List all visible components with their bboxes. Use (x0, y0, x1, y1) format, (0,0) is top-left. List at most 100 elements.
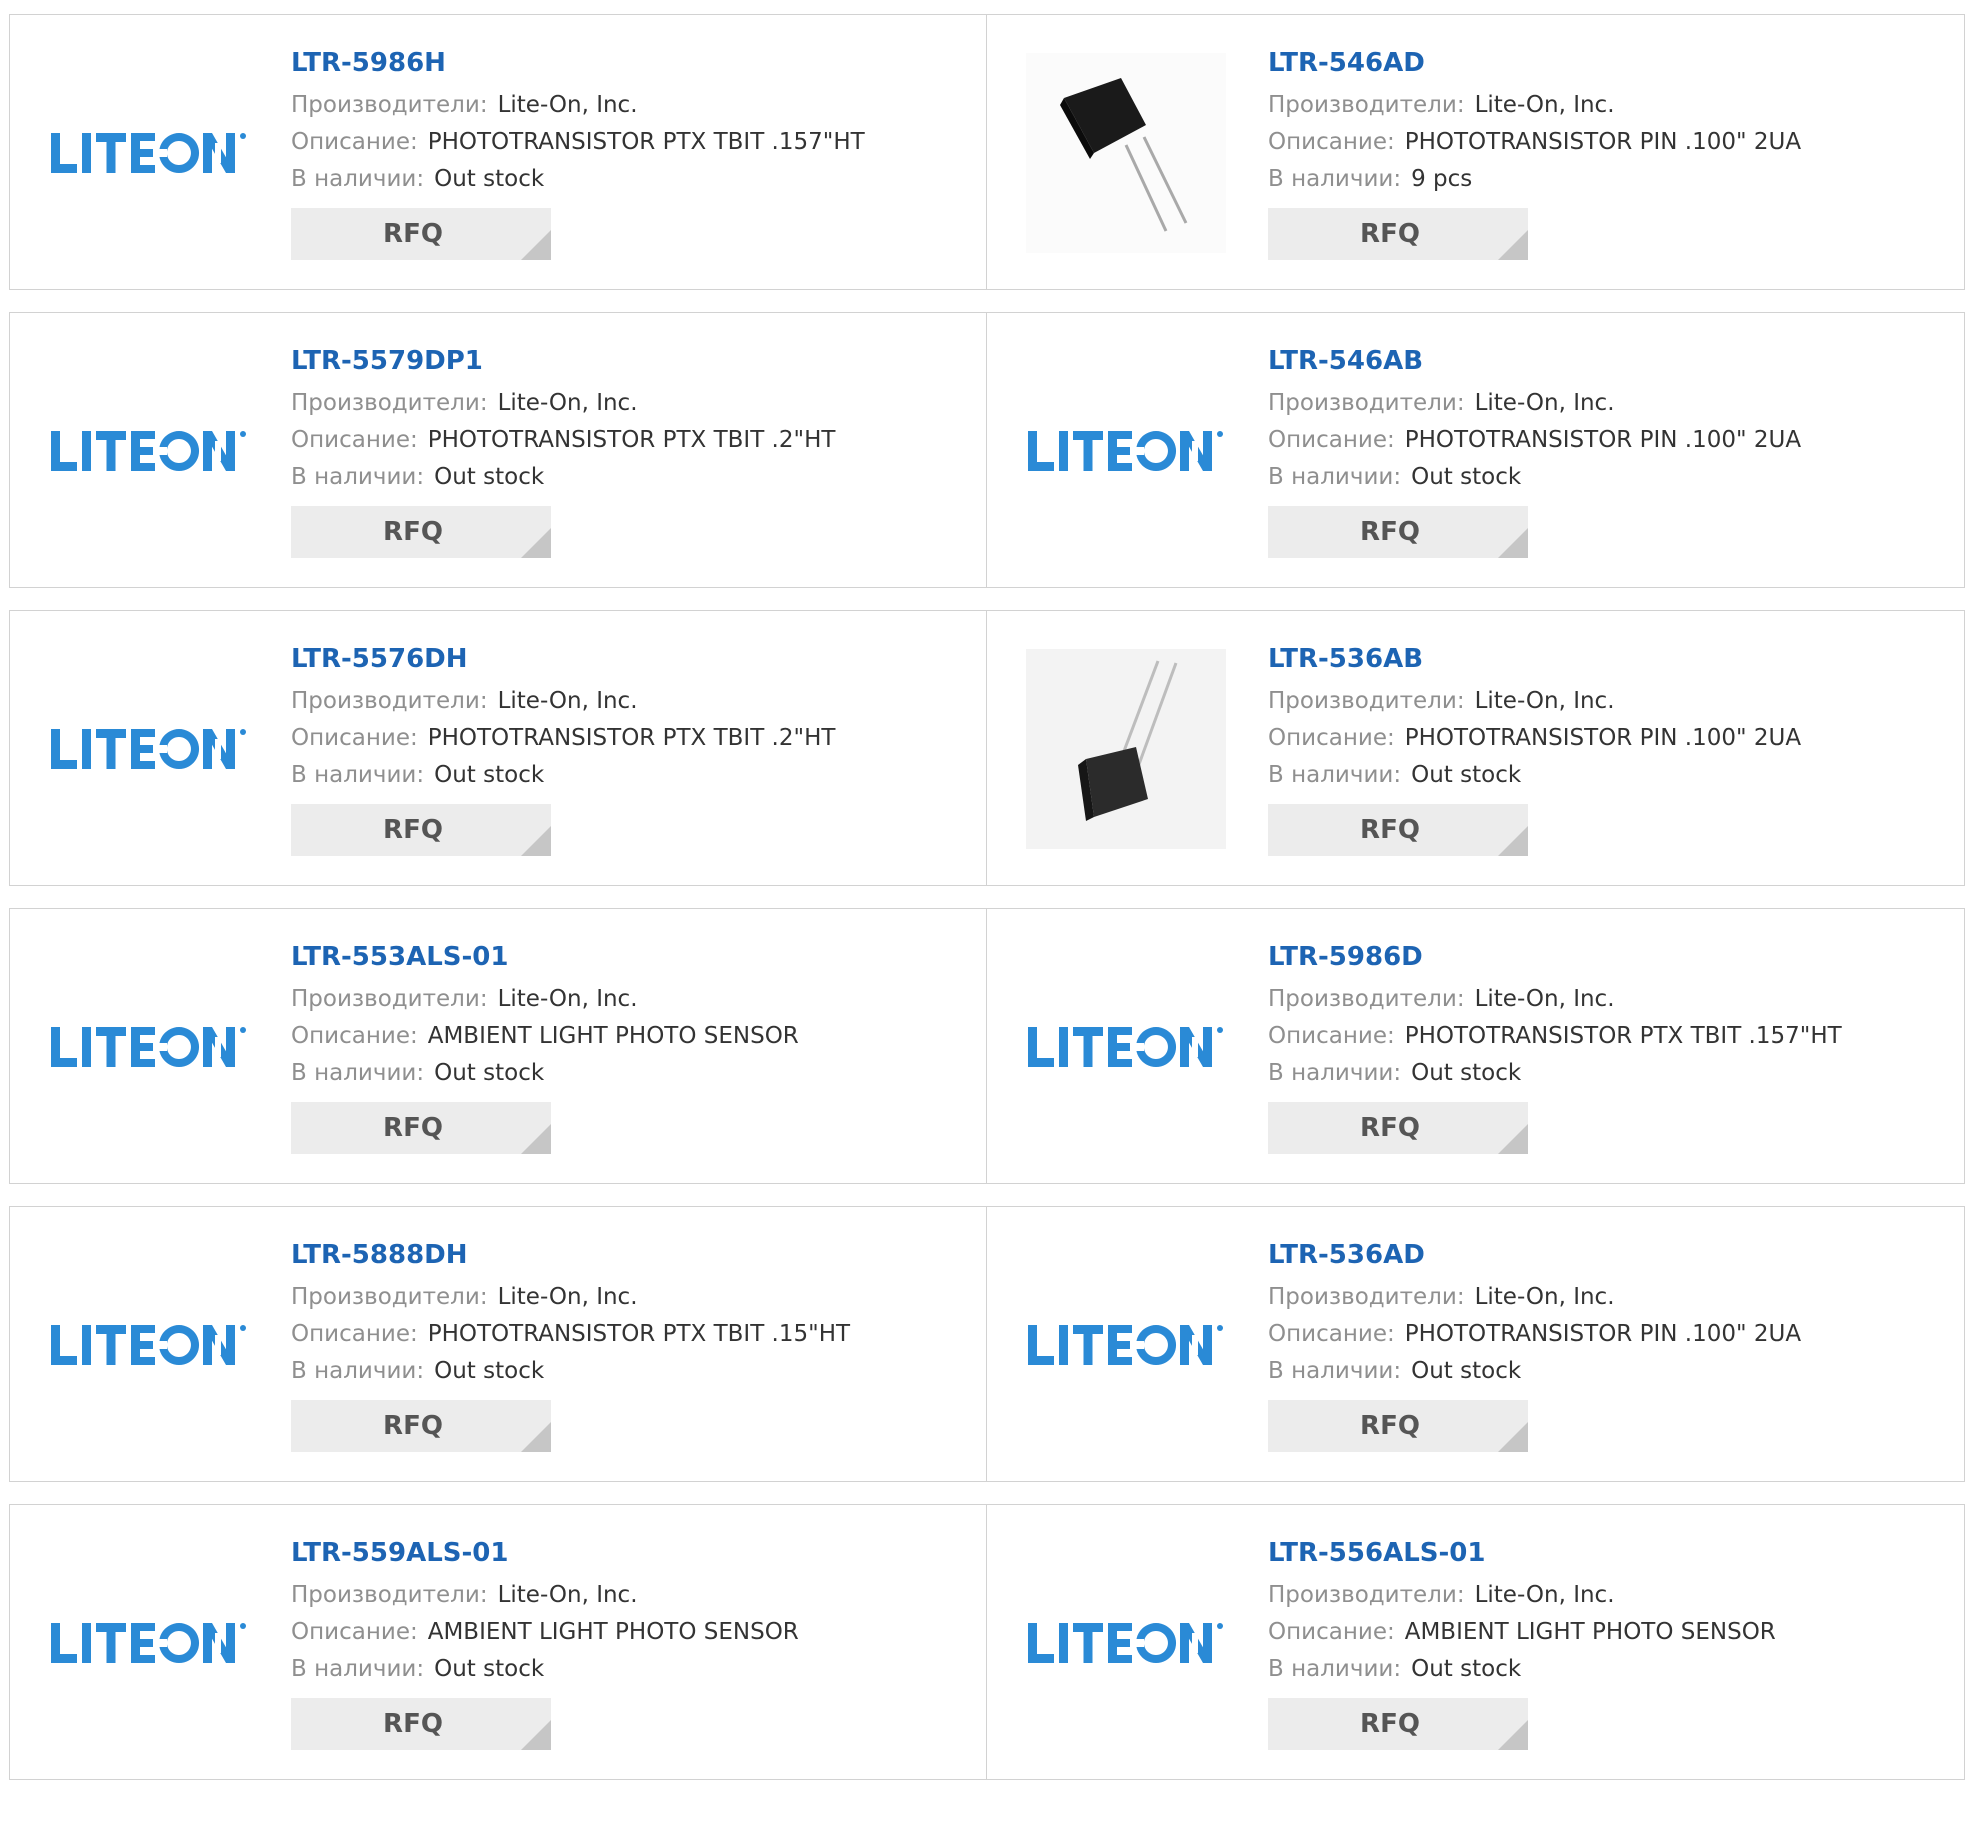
stock-label: В наличии: (291, 1358, 425, 1384)
part-number-link[interactable]: LTR-5986D (1268, 941, 1842, 973)
part-number-link[interactable]: LTR-536AD (1268, 1239, 1801, 1271)
description-value: PHOTOTRANSISTOR PTX TBIT .157"HT (1404, 1023, 1842, 1049)
description-line: Описание: PHOTOTRANSISTOR PTX TBIT .157"H… (291, 124, 865, 161)
rfq-button[interactable]: RFQ (1268, 1400, 1528, 1452)
description-label: Описание: (291, 1619, 418, 1645)
rfq-button[interactable]: RFQ (1268, 208, 1528, 260)
manufacturer-label: Производители: (291, 1284, 488, 1310)
product-thumbnail[interactable] (1026, 53, 1226, 253)
part-number-link[interactable]: LTR-556ALS-01 (1268, 1537, 1776, 1569)
description-line: Описание: PHOTOTRANSISTOR PIN .100" 2UA (1268, 124, 1801, 161)
manufacturer-value: Lite-On, Inc. (497, 986, 638, 1012)
product-info: LTR-556ALS-01 Производители: Lite-On, Inc.… (1268, 1537, 1776, 1750)
part-number-link[interactable]: LTR-553ALS-01 (291, 941, 799, 973)
rfq-label: RFQ (383, 219, 443, 249)
rfq-label: RFQ (1360, 1709, 1420, 1739)
product-info: LTR-5986D Производители: Lite-On, Inc. Опис… (1268, 941, 1842, 1154)
liteon-logo: LITEON (1028, 1023, 1224, 1071)
rfq-corner-decoration (1498, 1124, 1528, 1154)
manufacturer-line: Производители: Lite-On, Inc. (1268, 385, 1801, 422)
manufacturer-value: Lite-On, Inc. (1474, 92, 1615, 118)
rfq-label: RFQ (1360, 815, 1420, 845)
product-thumbnail[interactable]: LITEON (49, 351, 249, 551)
manufacturer-value: Lite-On, Inc. (497, 1582, 638, 1608)
rfq-label: RFQ (1360, 1113, 1420, 1143)
description-line: Описание: PHOTOTRANSISTOR PTX TBIT .15"HT (291, 1316, 850, 1353)
product-thumbnail[interactable]: LITEON (1026, 1245, 1226, 1445)
product-card: LITEON LTR-556ALS-01 Производители: Lite-On… (987, 1505, 1964, 1779)
description-label: Описание: (291, 427, 418, 453)
liteon-logo-mark (51, 133, 246, 173)
liteon-logo: LITEON (51, 725, 247, 773)
stock-label: В наличии: (1268, 1358, 1402, 1384)
liteon-logo: LITEON (51, 1321, 247, 1369)
description-value: PHOTOTRANSISTOR PIN .100" 2UA (1404, 725, 1802, 751)
manufacturer-label: Производители: (1268, 986, 1465, 1012)
part-number-link[interactable]: LTR-546AD (1268, 47, 1801, 79)
rfq-label: RFQ (1360, 219, 1420, 249)
manufacturer-line: Производители: Lite-On, Inc. (1268, 87, 1801, 124)
part-number-link[interactable]: LTR-5579DP1 (291, 345, 835, 377)
manufacturer-line: Производители: Lite-On, Inc. (291, 385, 835, 422)
part-number-link[interactable]: LTR-546AB (1268, 345, 1801, 377)
manufacturer-line: Производители: Lite-On, Inc. (1268, 1577, 1776, 1614)
description-label: Описание: (1268, 1023, 1395, 1049)
product-card: LITEON LTR-536AD Производители: Lite-On, In… (987, 1207, 1964, 1481)
phototransistor-image (1026, 649, 1226, 849)
liteon-logo: LITEON (1028, 1619, 1224, 1667)
rfq-corner-decoration (1498, 528, 1528, 558)
rfq-button[interactable]: RFQ (1268, 1698, 1528, 1750)
description-label: Описание: (1268, 1619, 1395, 1645)
product-card: LITEON LTR-546AB Производители: Lite-On, In… (987, 313, 1964, 587)
rfq-corner-decoration (1498, 230, 1528, 260)
rfq-button[interactable]: RFQ (1268, 804, 1528, 856)
rfq-button[interactable]: RFQ (291, 804, 551, 856)
part-number-link[interactable]: LTR-536AB (1268, 643, 1801, 675)
rfq-button[interactable]: RFQ (1268, 1102, 1528, 1154)
manufacturer-label: Производители: (291, 390, 488, 416)
manufacturer-label: Производители: (291, 688, 488, 714)
rfq-button[interactable]: RFQ (291, 208, 551, 260)
product-thumbnail[interactable]: LITEON (49, 1245, 249, 1445)
rfq-corner-decoration (521, 1422, 551, 1452)
stock-value: Out stock (1411, 464, 1522, 490)
part-number-link[interactable]: LTR-5986H (291, 47, 865, 79)
stock-line: В наличии: Out stock (291, 757, 835, 794)
stock-line: В наличии: Out stock (1268, 1353, 1801, 1390)
part-number-link[interactable]: LTR-5888DH (291, 1239, 850, 1271)
description-line: Описание: PHOTOTRANSISTOR PIN .100" 2UA (1268, 422, 1801, 459)
product-thumbnail[interactable]: LITEON (1026, 1543, 1226, 1743)
product-thumbnail[interactable]: LITEON (1026, 351, 1226, 551)
description-label: Описание: (291, 1321, 418, 1347)
stock-label: В наличии: (1268, 1060, 1402, 1086)
product-thumbnail[interactable] (1026, 649, 1226, 849)
rfq-button[interactable]: RFQ (291, 1400, 551, 1452)
product-thumbnail[interactable]: LITEON (49, 947, 249, 1147)
description-value: PHOTOTRANSISTOR PTX TBIT .15"HT (427, 1321, 851, 1347)
stock-value: Out stock (434, 166, 545, 192)
description-line: Описание: PHOTOTRANSISTOR PTX TBIT .2"HT (291, 422, 835, 459)
rfq-label: RFQ (383, 1709, 443, 1739)
liteon-logo-mark (51, 1325, 246, 1365)
rfq-label: RFQ (383, 517, 443, 547)
product-thumbnail[interactable]: LITEON (49, 649, 249, 849)
manufacturer-line: Производители: Lite-On, Inc. (291, 981, 799, 1018)
product-thumbnail[interactable]: LITEON (1026, 947, 1226, 1147)
product-info: LTR-553ALS-01 Производители: Lite-On, Inc.… (291, 941, 799, 1154)
rfq-button[interactable]: RFQ (291, 1698, 551, 1750)
description-label: Описание: (1268, 427, 1395, 453)
rfq-button[interactable]: RFQ (291, 1102, 551, 1154)
part-number-link[interactable]: LTR-5576DH (291, 643, 835, 675)
description-line: Описание: PHOTOTRANSISTOR PTX TBIT .2"HT (291, 720, 835, 757)
product-thumbnail[interactable]: LITEON (49, 1543, 249, 1743)
manufacturer-label: Производители: (291, 986, 488, 1012)
rfq-button[interactable]: RFQ (1268, 506, 1528, 558)
stock-line: В наличии: Out stock (291, 459, 835, 496)
manufacturer-label: Производители: (1268, 1284, 1465, 1310)
stock-label: В наличии: (291, 1656, 425, 1682)
product-thumbnail[interactable]: LITEON (49, 53, 249, 253)
rfq-button[interactable]: RFQ (291, 506, 551, 558)
rfq-corner-decoration (1498, 1422, 1528, 1452)
part-number-link[interactable]: LTR-559ALS-01 (291, 1537, 799, 1569)
manufacturer-value: Lite-On, Inc. (497, 1284, 638, 1310)
